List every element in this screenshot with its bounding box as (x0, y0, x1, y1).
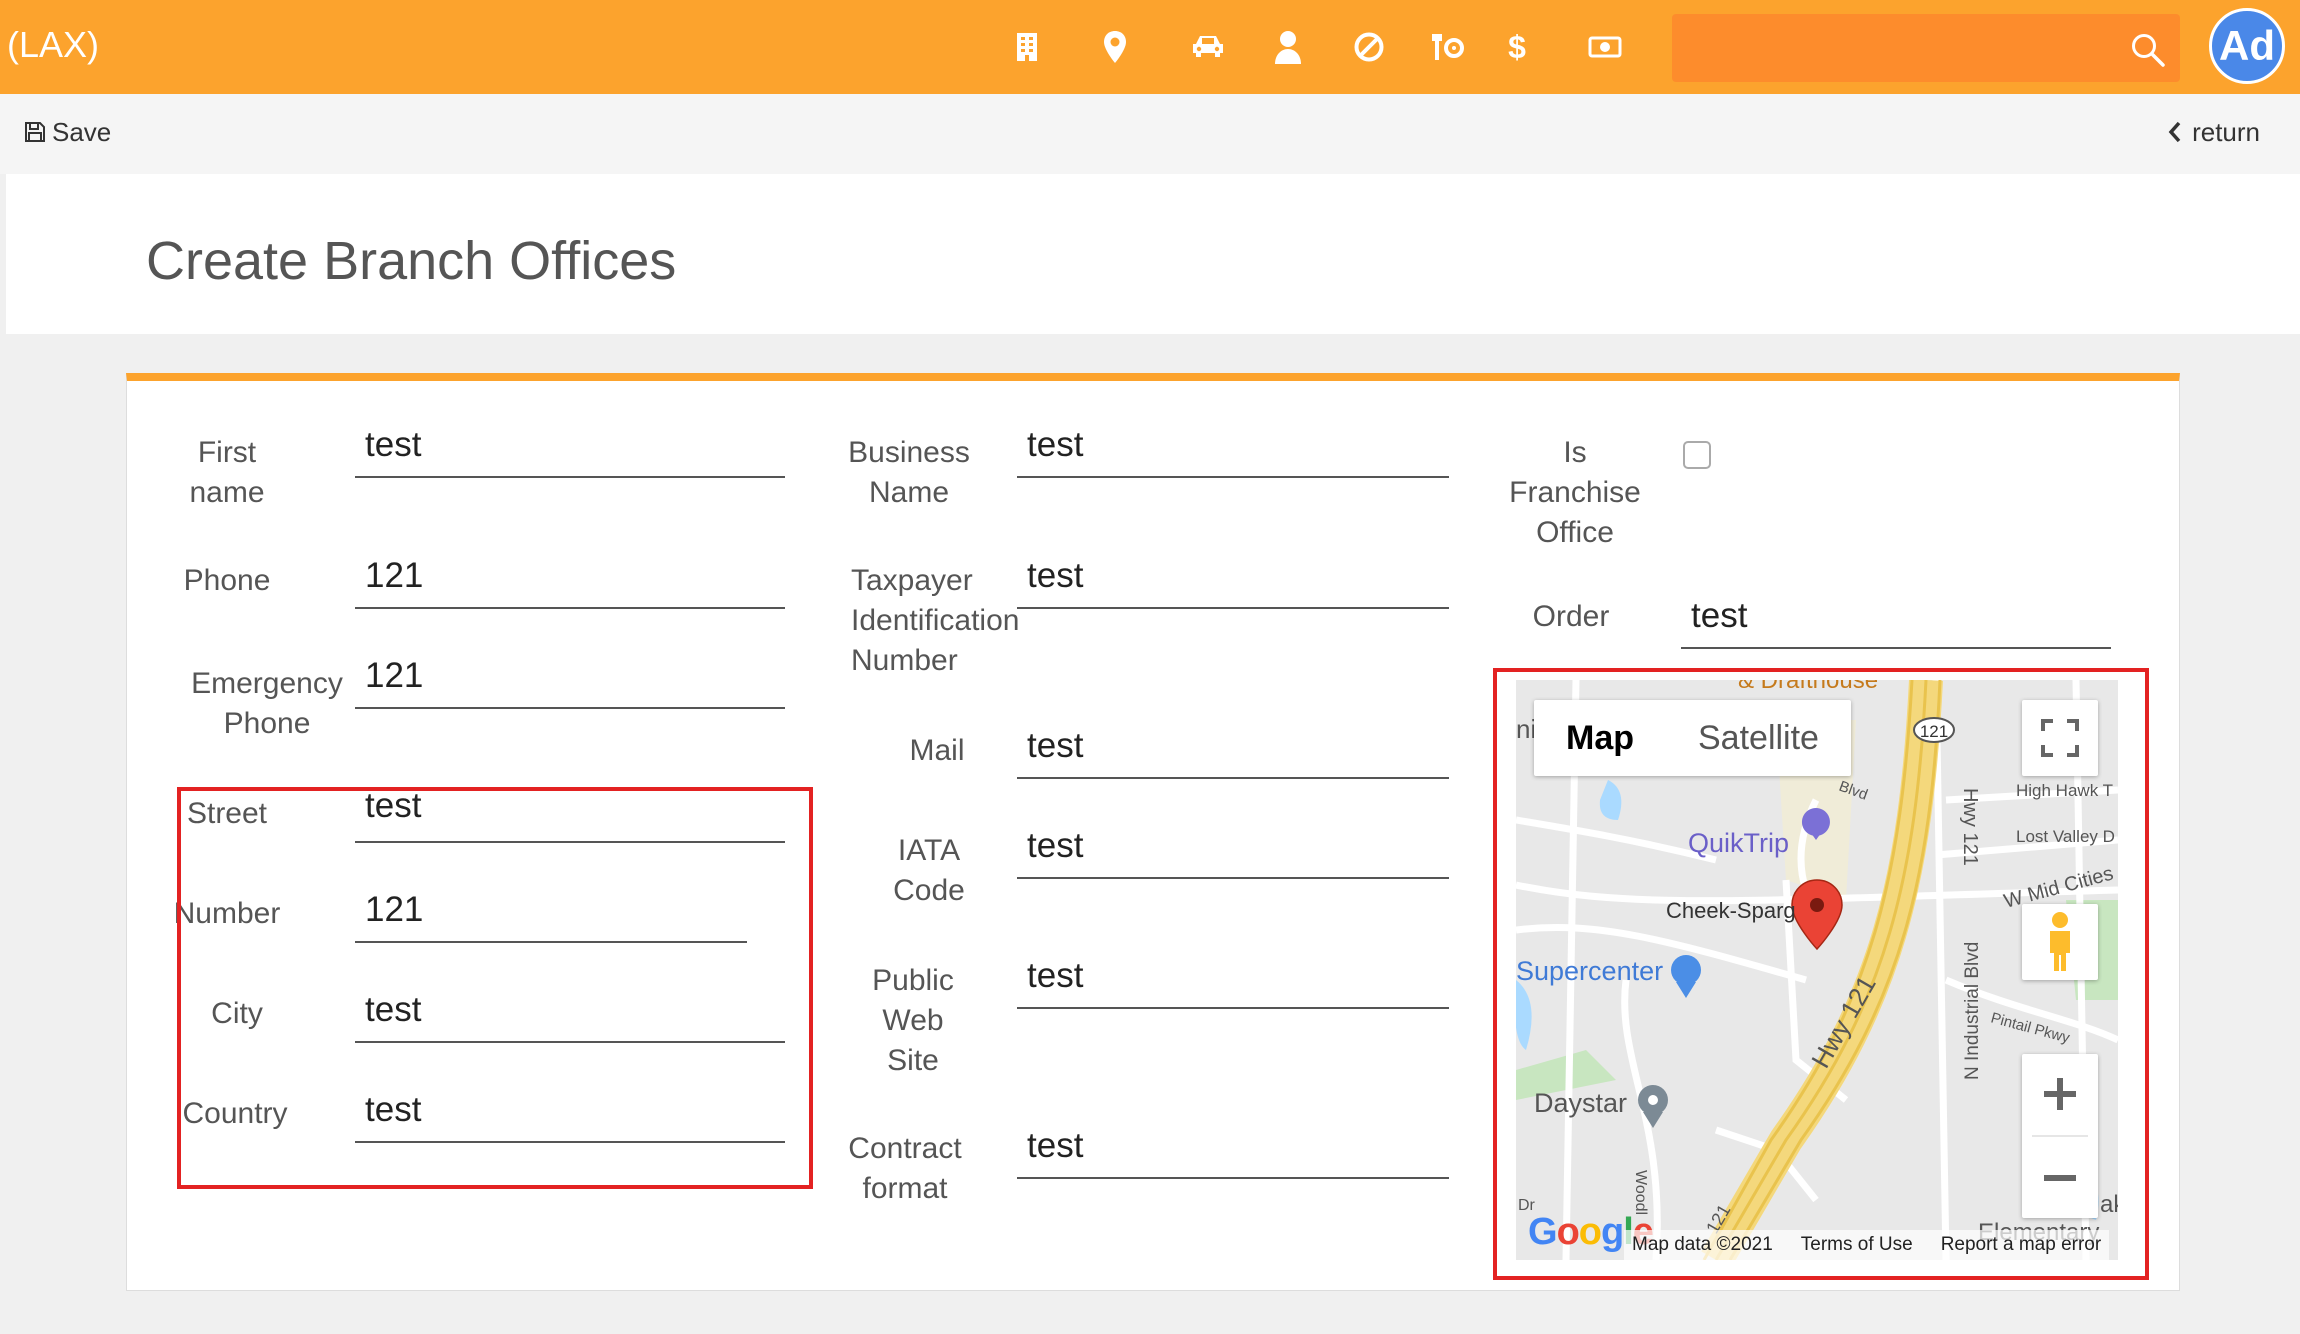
map-label-ak: ak (2100, 1191, 2118, 1218)
business-name-field (1017, 416, 1449, 478)
chevron-left-icon (2168, 121, 2181, 143)
street-view-pegman[interactable] (2022, 904, 2098, 980)
map-pin-icon[interactable] (1092, 24, 1138, 70)
zoom-out-button[interactable] (2022, 1138, 2098, 1218)
map-type-satellite-button[interactable]: Satellite (1666, 700, 1851, 776)
brand-label: (LAX) (7, 24, 100, 65)
terms-of-use-link[interactable]: Terms of Use (1801, 1234, 1913, 1256)
mail-field (1017, 717, 1449, 779)
business-name-label: Business Name (848, 436, 970, 509)
top-navigation-bar: (LAX) $ Ad (0, 0, 2300, 94)
route-121-shield-label: 121 (1920, 722, 1948, 741)
contract-format-field (1017, 1117, 1449, 1179)
location-map[interactable]: & Drafthouse ni QuikTrip Cheek-Sparg Sup… (1516, 680, 2118, 1260)
car-icon[interactable] (1185, 24, 1231, 70)
order-input[interactable] (1681, 587, 2111, 645)
route-121-shield-icon: 121 (1913, 717, 1955, 743)
public-web-site-field (1017, 947, 1449, 1009)
svg-text:$: $ (1508, 30, 1526, 64)
map-label-drafthouse: & Drafthouse (1738, 680, 1878, 694)
public-web-site-label: Public Web Site (872, 964, 954, 1077)
building-icon[interactable] (1004, 24, 1050, 70)
search-input[interactable] (1672, 14, 2102, 82)
return-button[interactable]: return (2168, 112, 2260, 152)
zoom-control (2022, 1054, 2098, 1218)
user-avatar[interactable]: Ad (2209, 8, 2285, 84)
map-label-hwy-121-vertical: Hwy 121 (1959, 788, 1981, 866)
map-data-attribution: Map data ©2021 (1632, 1234, 1773, 1255)
address-highlight-box (177, 787, 813, 1189)
map-type-map-button[interactable]: Map (1534, 700, 1666, 776)
map-label-cheek-sparger: Cheek-Sparg (1666, 898, 1796, 923)
tools-icon[interactable] (1425, 24, 1471, 70)
floppy-disk-icon (25, 122, 45, 142)
mail-input[interactable] (1017, 717, 1449, 775)
first-name-label: First name (189, 436, 265, 509)
person-icon[interactable] (1265, 24, 1311, 70)
map-label-n-industrial: N Industrial Blvd (1962, 942, 1983, 1080)
save-button[interactable]: Save (24, 112, 111, 152)
emergency-phone-input[interactable] (355, 647, 785, 705)
map-label-high-hawk: High Hawk T (2016, 781, 2113, 800)
return-label: return (2192, 116, 2260, 147)
phone-input[interactable] (355, 547, 785, 605)
plus-icon (2044, 1078, 2076, 1111)
public-web-site-input[interactable] (1017, 947, 1449, 1005)
dollar-icon[interactable]: $ (1494, 24, 1540, 70)
map-label-supercenter: Supercenter (1516, 956, 1663, 986)
is-franchise-office-label: Is Franchise Office (1509, 436, 1641, 549)
map-type-control: Map Satellite (1534, 700, 1851, 776)
taxpayer-id-field (1017, 547, 1449, 609)
pegman-icon (2050, 912, 2070, 971)
first-name-input[interactable] (355, 416, 785, 474)
taxpayer-id-label: Taxpayer Identification Number (851, 564, 1020, 677)
minus-icon (2044, 1174, 2076, 1181)
first-name-field (355, 416, 785, 478)
map-label-daystar: Daystar (1534, 1088, 1627, 1118)
page-title: Create Branch Offices (146, 231, 677, 291)
emergency-phone-label: Emergency Phone (191, 667, 343, 740)
taxpayer-id-input[interactable] (1017, 547, 1449, 605)
report-map-error-link[interactable]: Report a map error (1941, 1234, 2102, 1256)
order-field (1681, 587, 2111, 649)
business-name-input[interactable] (1017, 416, 1449, 474)
save-label: Save (52, 116, 112, 147)
iata-code-input[interactable] (1017, 817, 1449, 875)
contract-format-input[interactable] (1017, 1117, 1449, 1175)
fullscreen-icon (2041, 719, 2079, 757)
is-franchise-office-checkbox[interactable] (1683, 441, 1711, 469)
emergency-phone-field (355, 647, 785, 709)
cash-icon[interactable] (1582, 24, 1628, 70)
contract-format-label: Contract format (848, 1132, 962, 1205)
map-label-quiktrip: QuikTrip (1688, 828, 1789, 858)
action-bar: Save return (0, 94, 2300, 174)
ban-icon[interactable] (1346, 24, 1392, 70)
zoom-in-button[interactable] (2022, 1054, 2098, 1134)
title-band: Create Branch Offices (6, 174, 2300, 334)
order-label: Order (1532, 600, 1610, 633)
fullscreen-button[interactable] (2022, 700, 2098, 776)
phone-field (355, 547, 785, 609)
iata-code-field (1017, 817, 1449, 879)
search-box (1672, 14, 2180, 82)
mail-label: Mail (909, 734, 965, 767)
map-label-woodl: Woodl (1632, 1170, 1649, 1215)
phone-label: Phone (183, 564, 271, 597)
search-icon[interactable] (2128, 30, 2168, 70)
iata-code-label: IATA Code (893, 834, 965, 907)
map-footer: Map data ©2021 Terms of Use Report a map… (1624, 1230, 2110, 1260)
map-label-lost-valley: Lost Valley D (2016, 827, 2115, 846)
